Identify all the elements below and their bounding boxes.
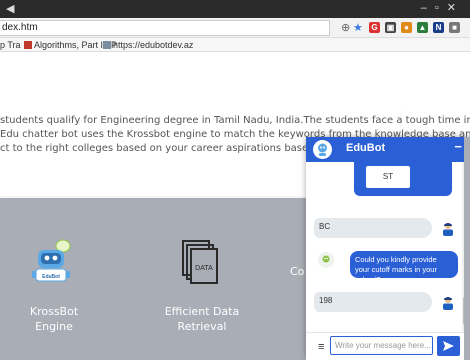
extension-dark-icon[interactable]: ▣ (385, 22, 396, 33)
user-message: BC (314, 218, 432, 238)
address-bar-row: dex.htm ⊕ ★ G ▣ ● ▲ N ■ (0, 18, 470, 38)
bot-message: Could you kindly provide your cutoff mar… (350, 251, 458, 284)
user-message: 198 (314, 292, 432, 312)
extension-orange-icon[interactable]: ● (401, 22, 412, 33)
bot-options-card: ST (354, 162, 452, 196)
chat-header[interactable]: EduBot − (306, 137, 470, 162)
menu-icon[interactable]: ≡ (318, 341, 324, 353)
data-icon-text: DATA (195, 265, 213, 272)
bot-avatar-icon (318, 252, 334, 268)
feature-title-line: Efficient Data Retrieval (164, 305, 240, 333)
extension-red-icon[interactable]: G (369, 22, 380, 33)
option-button[interactable]: ST (366, 166, 410, 188)
send-icon (443, 341, 454, 351)
chat-messages[interactable]: ST BC Could you kindly provide your cuto… (306, 162, 462, 332)
bookmarks-bar: p Tra Algorithms, Part I - P https://edu… (0, 38, 470, 52)
bookmark-favicon (24, 41, 32, 49)
extension-n-icon[interactable]: N (433, 22, 444, 33)
user-avatar-icon (443, 223, 453, 236)
feature-title-line: Engine (35, 320, 73, 333)
feature-data-retrieval-title: Efficient Data Retrieval (142, 304, 262, 334)
bookmark-edubotdev[interactable]: https://edubotdev.az (103, 40, 193, 50)
user-avatar-icon (443, 297, 453, 310)
chat-message-input[interactable] (330, 336, 433, 355)
feature-title-line: KrossBot (29, 305, 79, 318)
extension-grey-icon[interactable]: ■ (449, 22, 460, 33)
page-icon (103, 41, 111, 49)
send-button[interactable] (437, 336, 460, 356)
edubot-logo-icon (313, 140, 332, 159)
chat-input-row: ≡ (306, 332, 470, 360)
chat-widget: EduBot − ST BC Could you kindly provide … (306, 137, 470, 360)
bookmark-star-icon[interactable]: ★ (353, 21, 363, 34)
address-url[interactable]: dex.htm (2, 22, 38, 33)
extension-green-icon[interactable]: ▲ (417, 22, 428, 33)
target-icon[interactable]: ⊕ (341, 21, 350, 34)
robot-badge-text: EduBot (42, 274, 60, 280)
intro-line: students qualify for Engineering degree … (0, 115, 470, 126)
window-controls[interactable]: –▫✕ (421, 1, 464, 14)
chat-title: EduBot (346, 142, 386, 154)
robot-icon: EduBot (32, 239, 71, 282)
address-bar[interactable]: dex.htm (0, 20, 330, 36)
data-documents-icon: DATA (182, 240, 218, 284)
back-arrow-icon[interactable]: ◀ (6, 2, 14, 15)
minimize-button[interactable]: − (454, 139, 462, 154)
feature-krossbot-title: KrossBot Engine (22, 304, 86, 334)
bookmark-1[interactable]: p Tra (0, 40, 21, 50)
page-edge (464, 137, 470, 360)
browser-tab-strip: ◀ –▫✕ (0, 0, 470, 18)
